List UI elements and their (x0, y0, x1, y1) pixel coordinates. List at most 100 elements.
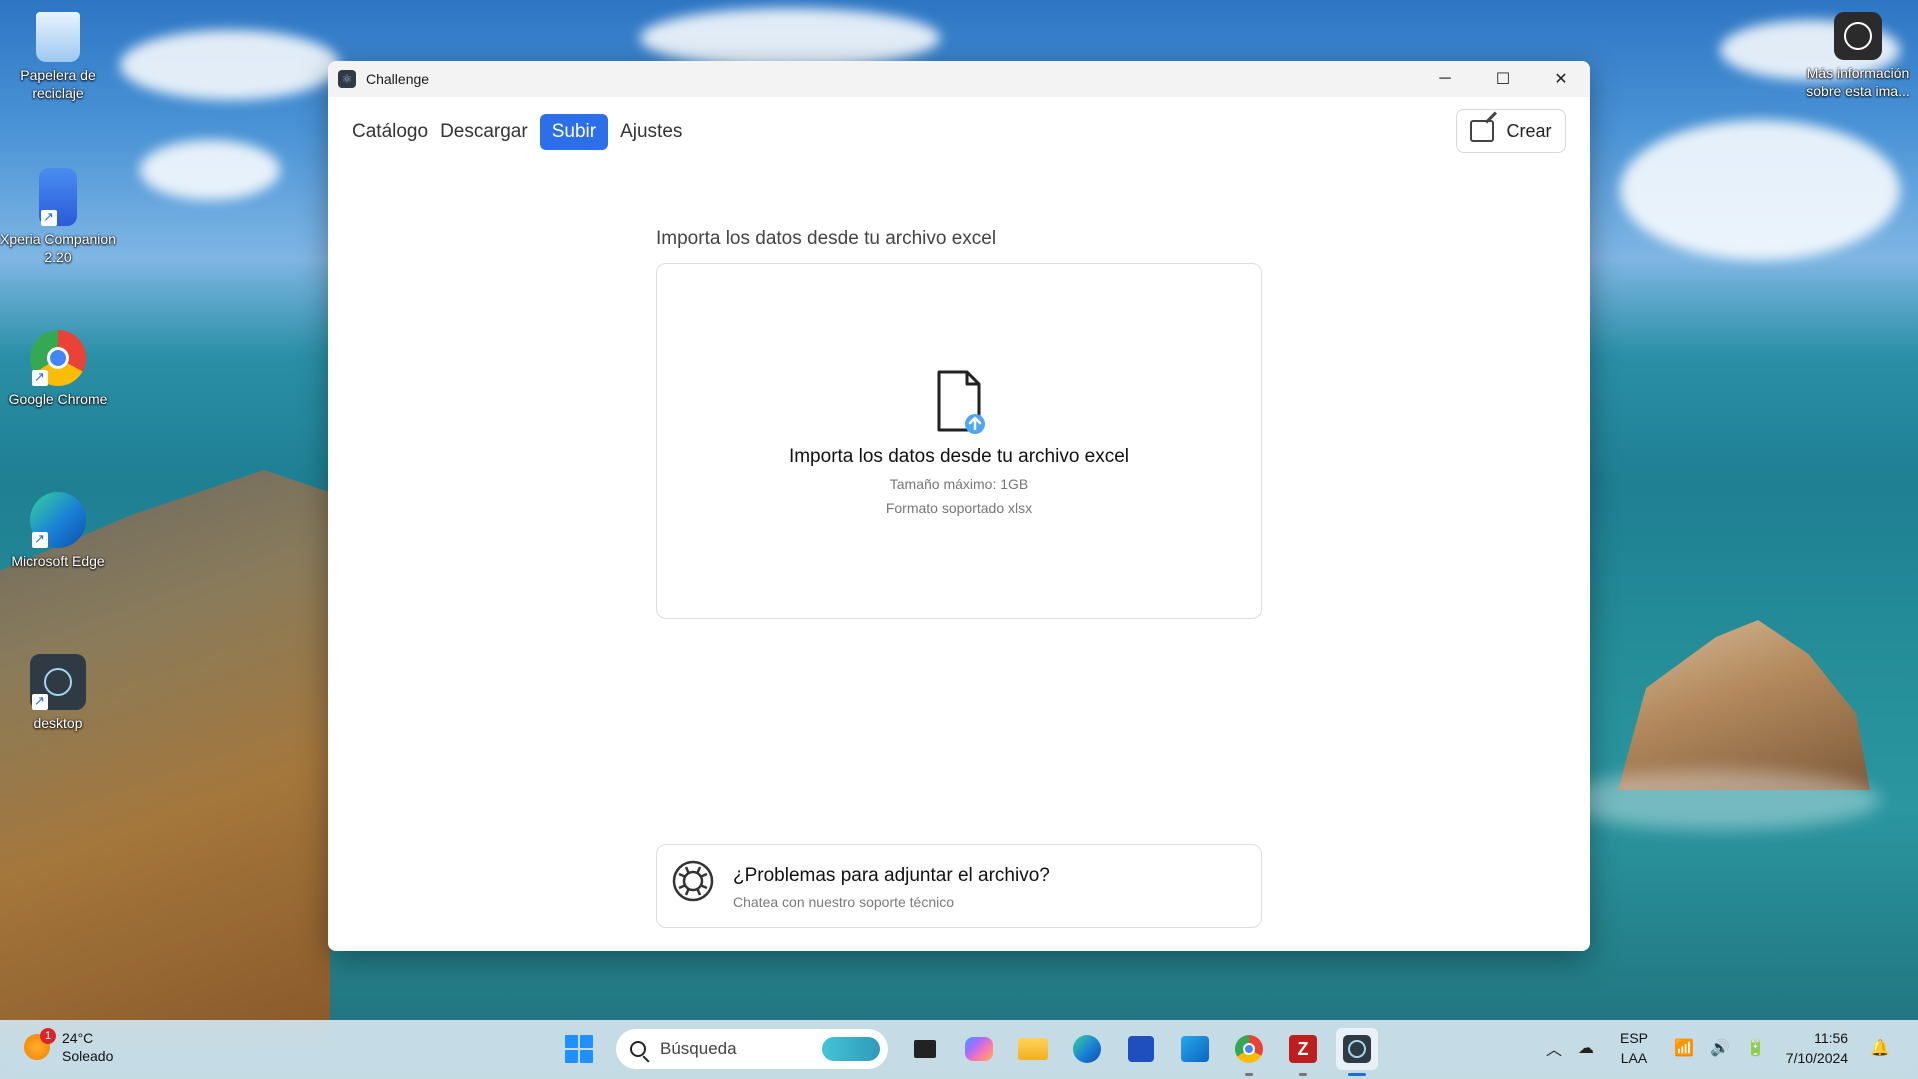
dropzone-title: Importa los datos desde tu archivo excel (788, 446, 1130, 467)
desktop-icon-desktop-app[interactable]: desktop (0, 654, 116, 732)
format-text: Formato soportado xlsx (885, 500, 1033, 516)
chevron-up-icon[interactable]: ︿ (1546, 1036, 1562, 1060)
clock-date: 7/10/2024 (1785, 1050, 1849, 1066)
cloud (640, 8, 940, 68)
start-button[interactable] (558, 1028, 600, 1070)
filezilla-button[interactable]: Z (1282, 1028, 1324, 1076)
system-tray: ︿ ☁ ESP LAA 📶 🔊 🔋 11:56 7/10/2024 🔔 (1538, 1028, 1898, 1068)
max-size-text: Tamaño máximo: 1GB (889, 476, 1029, 492)
cloud (1620, 120, 1900, 260)
lifebuoy-icon (672, 860, 714, 902)
cloud-offline-icon[interactable]: ☁ (1578, 1038, 1594, 1058)
desktop-icon-label: desktop (33, 715, 83, 731)
weather-temp: 24°C (62, 1030, 94, 1046)
import-heading: Importa los datos desde tu archivo excel (656, 228, 997, 249)
file-upload-icon (937, 370, 985, 434)
nav-catalogo[interactable]: Catálogo (352, 115, 428, 149)
edit-icon (1470, 120, 1495, 142)
keyboard-layout: LAA (1620, 1050, 1648, 1066)
shortcut-arrow-icon (32, 368, 48, 386)
language-code: ESP (1620, 1030, 1649, 1046)
task-view-button[interactable] (904, 1028, 946, 1070)
outlook-icon (1181, 1036, 1209, 1062)
electron-app-icon (30, 654, 86, 710)
camera-info-icon (1834, 12, 1882, 60)
search-placeholder: Búsqueda (660, 1039, 737, 1058)
taskbar-apps: Búsqueda Z (552, 1028, 1384, 1076)
desktop-icon-label: Google Chrome (8, 391, 108, 407)
window-title: Challenge (366, 71, 430, 87)
chrome-icon (30, 330, 86, 386)
desktop-icon-edge[interactable]: Microsoft Edge (0, 492, 116, 570)
shortcut-arrow-icon (41, 208, 57, 226)
minimize-button[interactable]: ─ (1416, 61, 1474, 97)
electron-app-icon (1343, 1035, 1371, 1063)
weather-widget[interactable]: 1 24°C Soleado (24, 1028, 114, 1065)
desktop-icon-chrome[interactable]: Google Chrome (0, 330, 116, 408)
folder-icon (1018, 1038, 1048, 1060)
create-button-label: Crear (1506, 120, 1552, 141)
recycle-bin-icon (36, 12, 80, 62)
edge-icon (1073, 1035, 1101, 1063)
challenge-app-taskbar-button[interactable] (1336, 1028, 1378, 1076)
battery-icon[interactable]: 🔋 (1746, 1038, 1766, 1058)
weather-condition: Soleado (62, 1048, 114, 1064)
support-card[interactable]: ¿Problemas para adjuntar el archivo? Cha… (656, 844, 1262, 928)
maximize-button[interactable]: ☐ (1474, 61, 1532, 97)
create-button[interactable]: Crear (1456, 109, 1566, 153)
shortcut-arrow-icon (32, 530, 48, 548)
desktop-icon-xperia[interactable]: Xperia Companion 2.20 (0, 168, 116, 266)
desktop-icon-recycle-bin[interactable]: Papelera de reciclaje (0, 12, 116, 102)
shortcut-arrow-icon (32, 692, 48, 710)
sea-foam (1560, 770, 1880, 830)
clock-time: 11:56 (1814, 1030, 1849, 1046)
edge-icon (30, 492, 86, 548)
windows-icon (565, 1035, 593, 1063)
rock-scenery (1618, 620, 1870, 790)
support-subtitle: Chatea con nuestro soporte técnico (733, 894, 955, 910)
nav-ajustes[interactable]: Ajustes (620, 115, 682, 149)
desktop-icon-label: Xperia Companion 2.20 (0, 231, 116, 265)
filezilla-icon: Z (1289, 1035, 1317, 1063)
taskbar: 1 24°C Soleado Búsqueda Z ︿ ☁ ESP LAA 📶 … (0, 1020, 1918, 1079)
image-info-label: Más información sobre esta ima... (1806, 65, 1910, 99)
volume-icon[interactable]: 🔊 (1710, 1038, 1730, 1058)
nav-subir[interactable]: Subir (539, 114, 609, 150)
chrome-taskbar-button[interactable] (1228, 1028, 1270, 1076)
app-icon: ⚛ (338, 70, 356, 88)
nav-bar: Catálogo Descargar Subir Ajustes Crear (328, 97, 1590, 167)
running-indicator (1299, 1073, 1307, 1076)
cloud (120, 30, 340, 100)
notification-bell-icon[interactable]: 🔔 (1870, 1038, 1890, 1058)
search-highlight-icon (822, 1037, 880, 1061)
search-icon (630, 1041, 646, 1057)
desktop-icon-label: Papelera de reciclaje (20, 67, 96, 101)
close-button[interactable]: ✕ (1532, 61, 1590, 97)
sun-icon: 1 (24, 1028, 56, 1060)
clock[interactable]: 11:56 7/10/2024 (1786, 1028, 1848, 1068)
copilot-button[interactable] (958, 1028, 1000, 1070)
language-indicator[interactable]: ESP LAA (1620, 1028, 1648, 1068)
active-indicator (1348, 1073, 1366, 1076)
store-icon (1128, 1036, 1154, 1062)
app-window: ⚛ Challenge ─ ☐ ✕ Catálogo Descargar Sub… (328, 61, 1590, 951)
chrome-icon (1235, 1035, 1263, 1063)
task-view-icon (914, 1040, 936, 1058)
outlook-button[interactable] (1174, 1028, 1216, 1070)
xperia-icon (39, 168, 77, 226)
store-button[interactable] (1120, 1028, 1162, 1070)
copilot-icon (965, 1037, 993, 1061)
desktop-icon-label: Microsoft Edge (11, 553, 105, 569)
file-dropzone[interactable]: Importa los datos desde tu archivo excel… (656, 263, 1262, 619)
edge-taskbar-button[interactable] (1066, 1028, 1108, 1070)
wifi-icon[interactable]: 📶 (1674, 1038, 1694, 1058)
running-indicator (1245, 1073, 1253, 1076)
image-info-widget[interactable]: Más información sobre esta ima... (1800, 12, 1916, 100)
notification-badge: 1 (40, 1028, 56, 1044)
title-bar[interactable]: ⚛ Challenge ─ ☐ ✕ (328, 61, 1590, 97)
support-title: ¿Problemas para adjuntar el archivo? (733, 865, 1050, 886)
taskbar-search[interactable]: Búsqueda (616, 1029, 888, 1069)
file-explorer-button[interactable] (1012, 1028, 1054, 1070)
cloud (140, 140, 280, 200)
nav-descargar[interactable]: Descargar (440, 115, 528, 149)
